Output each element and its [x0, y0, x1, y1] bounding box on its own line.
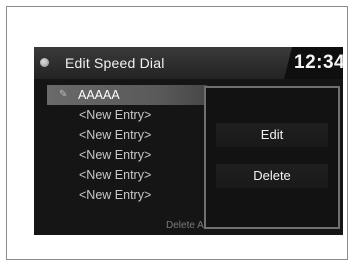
page-title: Edit Speed Dial — [65, 55, 165, 71]
edit-button[interactable]: Edit — [216, 123, 328, 147]
navigation-screen: Edit Speed Dial 12:34 ✎ AAAAA <New Entry… — [34, 47, 343, 235]
entry-label: <New Entry> — [79, 128, 152, 142]
entry-label: <New Entry> — [79, 168, 152, 182]
list-item[interactable]: <New Entry> — [47, 125, 207, 145]
list-item[interactable]: <New Entry> — [47, 165, 207, 185]
entry-options-popup: Edit Delete — [204, 86, 340, 229]
list-item[interactable]: <New Entry> — [47, 145, 207, 165]
entry-label: <New Entry> — [79, 188, 152, 202]
delete-button[interactable]: Delete — [216, 164, 328, 188]
edit-pencil-icon: ✎ — [59, 89, 68, 100]
speed-dial-icon — [40, 58, 49, 67]
entry-label: AAAAA — [78, 88, 120, 102]
figure-frame: Edit Speed Dial 12:34 ✎ AAAAA <New Entry… — [6, 6, 348, 260]
list-item-selected[interactable]: ✎ AAAAA — [47, 85, 207, 105]
speed-dial-list: ✎ AAAAA <New Entry> <New Entry> <New Ent… — [47, 85, 207, 205]
title-bar: Edit Speed Dial 12:34 — [34, 47, 343, 79]
list-item[interactable]: <New Entry> — [47, 185, 207, 205]
delete-all-button[interactable]: Delete All — [166, 220, 208, 231]
entry-label: <New Entry> — [79, 148, 152, 162]
clock: 12:34 — [294, 52, 343, 73]
entry-label: <New Entry> — [79, 108, 152, 122]
list-item[interactable]: <New Entry> — [47, 105, 207, 125]
